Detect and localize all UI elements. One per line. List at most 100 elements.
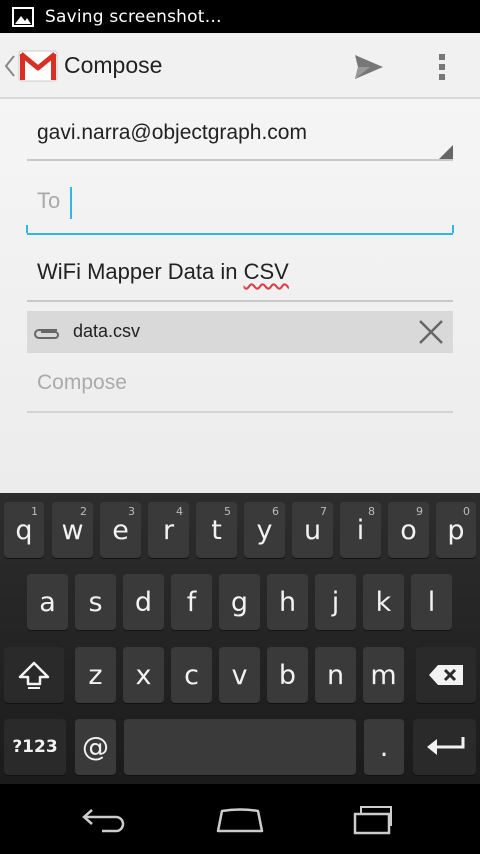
key-label: t [211, 514, 222, 546]
key-hint: 9 [416, 505, 423, 518]
key-label: x [135, 659, 152, 691]
status-notification-text: Saving screenshot… [45, 6, 222, 27]
key-label: n [326, 659, 345, 691]
key-label: f [186, 586, 197, 618]
from-account-spinner[interactable]: gavi.narra@objectgraph.com [27, 109, 453, 161]
key-hint: 1 [31, 505, 38, 518]
to-placeholder: To [37, 188, 61, 213]
home-icon [216, 808, 264, 833]
key-l[interactable]: l [411, 574, 452, 630]
backspace-key[interactable] [416, 647, 476, 703]
back-icon [82, 809, 125, 833]
key-k[interactable]: k [363, 574, 404, 630]
subject-text-main: WiFi Mapper Data in [37, 259, 244, 284]
compose-body-field[interactable]: Compose [27, 361, 453, 413]
back-button[interactable] [78, 804, 134, 836]
key-at[interactable]: @ [75, 719, 116, 775]
key-hint: 2 [80, 505, 87, 518]
key-hint: 7 [320, 505, 327, 518]
key-b[interactable]: b [267, 647, 308, 703]
key-hint: 3 [128, 505, 135, 518]
key-hint: 8 [368, 505, 375, 518]
key-n[interactable]: n [315, 647, 356, 703]
enter-key[interactable] [413, 719, 476, 775]
key-i[interactable]: i8 [340, 502, 381, 558]
key-label: r [162, 514, 175, 546]
key-hint: 0 [463, 505, 470, 518]
key-c[interactable]: c [171, 647, 212, 703]
shift-icon [18, 661, 50, 689]
key-label: h [278, 586, 297, 618]
key-label: p [447, 514, 465, 546]
key-a[interactable]: a [27, 574, 68, 630]
key-d[interactable]: d [123, 574, 164, 630]
key-s[interactable]: s [75, 574, 116, 630]
send-button[interactable] [348, 49, 390, 85]
key-label: . [379, 731, 389, 763]
key-label: y [256, 514, 273, 546]
attachment-row[interactable]: data.csv [27, 311, 453, 353]
field-underline-tick [452, 225, 454, 233]
key-label: u [303, 514, 322, 546]
enter-icon [426, 737, 464, 755]
key-u[interactable]: u7 [292, 502, 333, 558]
misspelled-word: CSV [243, 259, 289, 284]
action-bar: Compose [0, 33, 480, 99]
to-field[interactable]: To [26, 175, 454, 235]
key-label: v [231, 659, 248, 691]
key-label: s [88, 586, 103, 618]
overflow-icon [439, 54, 445, 80]
key-q[interactable]: q1 [4, 502, 44, 558]
key-label: ?123 [12, 737, 58, 757]
key-label: w [61, 514, 84, 546]
key-hint: 4 [176, 505, 183, 518]
attachment-name: data.csv [73, 321, 141, 341]
gmail-logo[interactable] [18, 49, 58, 83]
symbols-key[interactable]: ?123 [4, 719, 66, 775]
key-label: b [278, 659, 297, 691]
key-v[interactable]: v [219, 647, 260, 703]
key-p[interactable]: p0 [436, 502, 476, 558]
up-chevron-icon[interactable] [3, 53, 17, 79]
compose-body-placeholder: Compose [37, 371, 127, 394]
space-bar[interactable] [124, 719, 356, 775]
recent-apps-button[interactable] [346, 804, 402, 836]
key-label: o [400, 514, 417, 546]
key-t[interactable]: t5 [196, 502, 237, 558]
field-underline-tick [26, 225, 28, 233]
key-h[interactable]: h [267, 574, 308, 630]
key-label: c [184, 659, 199, 691]
image-icon [12, 6, 34, 27]
key-e[interactable]: e3 [100, 502, 141, 558]
key-hint: 6 [272, 505, 279, 518]
compose-form: gavi.narra@objectgraph.com To WiFi Mappe… [0, 99, 480, 493]
from-address: gavi.narra@objectgraph.com [37, 121, 307, 144]
key-m[interactable]: m [363, 647, 404, 703]
subject-field[interactable]: WiFi Mapper Data in CSV [27, 247, 453, 302]
key-label: z [88, 659, 103, 691]
key-label: k [375, 586, 392, 618]
key-label: g [230, 586, 249, 618]
soft-keyboard: q1 w2 e3 r4 t5 y6 u7 i8 o9 p0 a s d f g … [0, 493, 480, 784]
key-g[interactable]: g [219, 574, 260, 630]
key-y[interactable]: y6 [244, 502, 285, 558]
shift-key[interactable] [4, 647, 64, 703]
spinner-triangle-icon [439, 145, 453, 159]
key-f[interactable]: f [171, 574, 212, 630]
text-cursor [70, 187, 72, 219]
key-w[interactable]: w2 [52, 502, 93, 558]
key-x[interactable]: x [123, 647, 164, 703]
remove-attachment-icon[interactable] [417, 318, 445, 346]
subject-text: WiFi Mapper Data in CSV [37, 259, 289, 285]
key-j[interactable]: j [315, 574, 356, 630]
overflow-menu-button[interactable] [424, 47, 460, 87]
home-button[interactable] [212, 804, 268, 836]
key-label: @ [82, 731, 109, 763]
send-icon [355, 55, 383, 79]
key-period[interactable]: . [364, 719, 404, 775]
key-r[interactable]: r4 [148, 502, 189, 558]
status-bar: Saving screenshot… [0, 0, 480, 33]
key-z[interactable]: z [75, 647, 116, 703]
key-label: l [427, 586, 436, 618]
key-o[interactable]: o9 [388, 502, 429, 558]
